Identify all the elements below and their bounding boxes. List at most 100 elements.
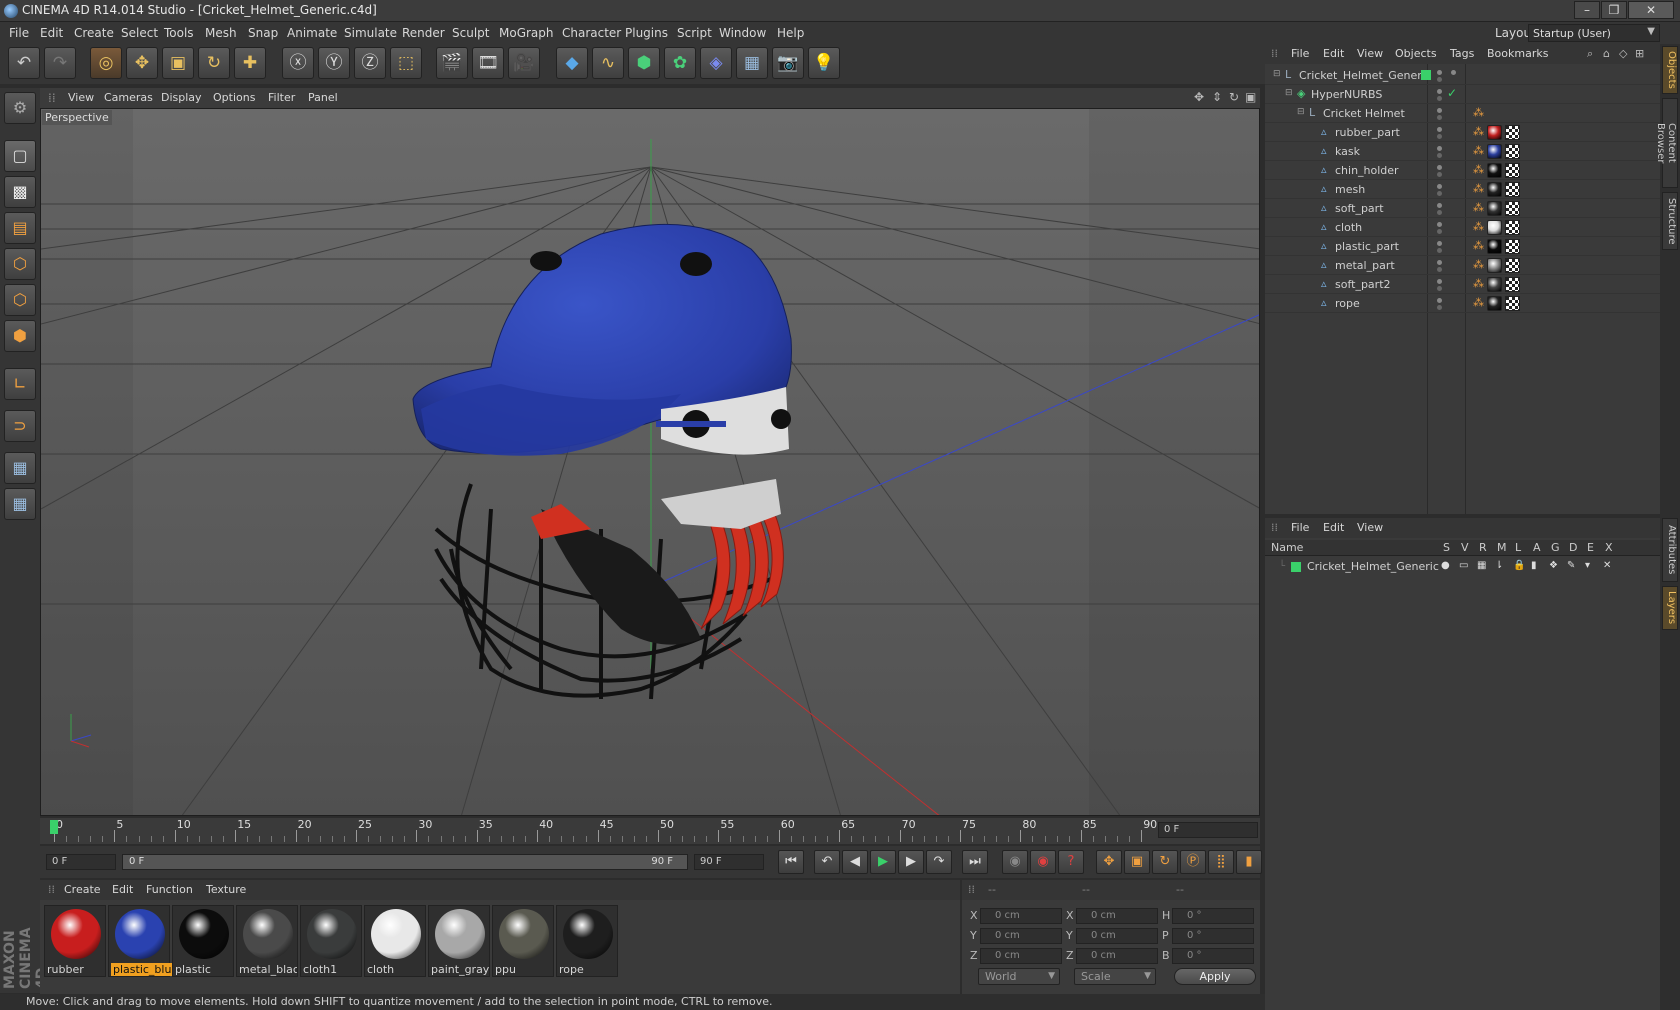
menu-help[interactable]: Help	[777, 26, 804, 40]
menu-select[interactable]: Select	[121, 26, 158, 40]
timeline-ruler[interactable]: 0 5 10 15 20 25 30 35 40 45 50 55 60 65 70 75 80 85 90 0 F	[40, 818, 1260, 844]
xref-icon[interactable]: ✕	[1603, 560, 1611, 571]
object-row[interactable]: ▵ mesh ⁂	[1265, 180, 1660, 199]
coord-space-dropdown[interactable]: World ▼	[978, 968, 1060, 985]
menu-snap[interactable]: Snap	[248, 26, 278, 40]
layer-column-v[interactable]: V	[1461, 541, 1469, 554]
material-tag-icon[interactable]	[1487, 220, 1502, 235]
key-rotation-button[interactable]: ↻	[1152, 850, 1178, 874]
object-name[interactable]: cloth	[1335, 221, 1362, 234]
object-name[interactable]: HyperNURBS	[1311, 88, 1382, 101]
menu-render[interactable]: Render	[402, 26, 445, 40]
uvw-tag-icon[interactable]	[1505, 163, 1520, 178]
phong-tag-icon[interactable]: ⁂	[1473, 239, 1484, 252]
layer-column-m[interactable]: M	[1497, 541, 1507, 554]
render-dot-icon[interactable]	[1437, 210, 1442, 215]
om-menu-file[interactable]: File	[1291, 47, 1309, 60]
scale-tool-button[interactable]: ▣	[162, 47, 194, 79]
uvw-tag-icon[interactable]	[1505, 144, 1520, 159]
mat-menu-edit[interactable]: Edit	[112, 883, 133, 896]
object-name[interactable]: kask	[1335, 145, 1360, 158]
coord-value-field[interactable]: 0 cm	[980, 928, 1062, 944]
material-tag-icon[interactable]	[1487, 239, 1502, 254]
menu-file[interactable]: File	[9, 26, 29, 40]
render-icon[interactable]: ▦	[1477, 560, 1486, 571]
menu-edit[interactable]: Edit	[40, 26, 63, 40]
layer-column-r[interactable]: R	[1479, 541, 1487, 554]
axis-mode-button[interactable]: ∟	[4, 368, 36, 400]
live-selection-button[interactable]: ◎	[90, 47, 122, 79]
object-row[interactable]: ▵ chin_holder ⁂	[1265, 161, 1660, 180]
material-swatch[interactable]: rope	[556, 905, 618, 977]
layer-color-icon[interactable]	[1421, 70, 1431, 80]
uvw-tag-icon[interactable]	[1505, 296, 1520, 311]
visibility-dot-icon[interactable]	[1437, 127, 1442, 132]
coord-value-field[interactable]: 0 cm	[1076, 908, 1158, 924]
material-swatch[interactable]: cloth1	[300, 905, 362, 977]
tab-attributes[interactable]: Attributes	[1662, 518, 1678, 582]
key-pla-button[interactable]: ⣿	[1208, 850, 1234, 874]
phong-tag-icon[interactable]: ⁂	[1473, 258, 1484, 271]
generator-icon[interactable]: ❖	[1549, 560, 1558, 571]
move-tool-button[interactable]: ✥	[126, 47, 158, 79]
material-tag-icon[interactable]	[1487, 296, 1502, 311]
layer-column-a[interactable]: A	[1533, 541, 1541, 554]
workplane-mode-button[interactable]: ▤	[4, 212, 36, 244]
menu-plugins[interactable]: Plugins	[625, 26, 668, 40]
object-row[interactable]: ▵ cloth ⁂	[1265, 218, 1660, 237]
play-button[interactable]: ▶	[870, 850, 896, 874]
vp-menu-display[interactable]: Display	[161, 91, 202, 104]
rotate-tool-button[interactable]: ↻	[198, 47, 230, 79]
camera-button[interactable]: 📷	[772, 47, 804, 79]
keyframe-selection-button[interactable]: ?	[1058, 850, 1084, 874]
visibility-dot-icon[interactable]	[1437, 222, 1442, 227]
render-dot-icon[interactable]	[1437, 172, 1442, 177]
vp-maximize-icon[interactable]: ▣	[1245, 90, 1256, 104]
mat-menu-function[interactable]: Function	[146, 883, 193, 896]
object-name[interactable]: rope	[1335, 297, 1360, 310]
coord-value-field[interactable]: 0 cm	[980, 948, 1062, 964]
edges-mode-button[interactable]: ⬡	[4, 284, 36, 316]
vp-menu-panel[interactable]: Panel	[308, 91, 338, 104]
points-mode-button[interactable]: ⬡	[4, 248, 36, 280]
render-dot-icon[interactable]	[1437, 248, 1442, 253]
object-name[interactable]: metal_part	[1335, 259, 1395, 272]
material-tag-icon[interactable]	[1487, 201, 1502, 216]
coord-mode-dropdown[interactable]: Scale ▼	[1074, 968, 1156, 985]
visibility-dot-icon[interactable]	[1437, 70, 1442, 75]
menu-mesh[interactable]: Mesh	[205, 26, 237, 40]
mat-menu-create[interactable]: Create	[64, 883, 101, 896]
visibility-dot-icon[interactable]	[1437, 89, 1442, 94]
record-active-button[interactable]: ◉	[1002, 850, 1028, 874]
vp-menu-view[interactable]: View	[68, 91, 94, 104]
solo-icon[interactable]: ●	[1441, 560, 1450, 571]
frame-range-slider[interactable]: 0 F 90 F	[122, 854, 688, 870]
recent-tool-button[interactable]: ✚	[234, 47, 266, 79]
object-name[interactable]: soft_part2	[1335, 278, 1391, 291]
light-button[interactable]: 💡	[808, 47, 840, 79]
menu-script[interactable]: Script	[677, 26, 712, 40]
visibility-dot-icon[interactable]	[1437, 165, 1442, 170]
y-axis-button[interactable]: Ⓨ	[318, 47, 350, 79]
timeline-window-button[interactable]: ▮	[1236, 850, 1262, 874]
render-settings-button[interactable]: 🎥	[508, 47, 540, 79]
material-tag-icon[interactable]	[1487, 182, 1502, 197]
object-row[interactable]: ⊟ ◈ HyperNURBS ✓	[1265, 85, 1660, 104]
render-dot-icon[interactable]	[1437, 267, 1442, 272]
spline-button[interactable]: ∿	[592, 47, 624, 79]
key-parameter-button[interactable]: Ⓟ	[1180, 850, 1206, 874]
render-dot-icon[interactable]	[1437, 229, 1442, 234]
menu-character[interactable]: Character	[562, 26, 621, 40]
coord-value-field[interactable]: 0 °	[1172, 928, 1254, 944]
current-frame-field[interactable]: 0 F	[1158, 822, 1258, 838]
layer-column-l[interactable]: L	[1515, 541, 1521, 554]
material-tag-icon[interactable]	[1487, 258, 1502, 273]
object-row[interactable]: ▵ rubber_part ⁂	[1265, 123, 1660, 142]
render-dot-icon[interactable]	[1437, 134, 1442, 139]
manager-icon[interactable]: ⇂	[1495, 560, 1503, 571]
visibility-dot-icon[interactable]	[1437, 146, 1442, 151]
phong-tag-icon[interactable]: ⁂	[1473, 182, 1484, 195]
layer-column-s[interactable]: S	[1443, 541, 1450, 554]
material-swatch[interactable]: plastic	[172, 905, 234, 977]
material-tag-icon[interactable]	[1487, 277, 1502, 292]
